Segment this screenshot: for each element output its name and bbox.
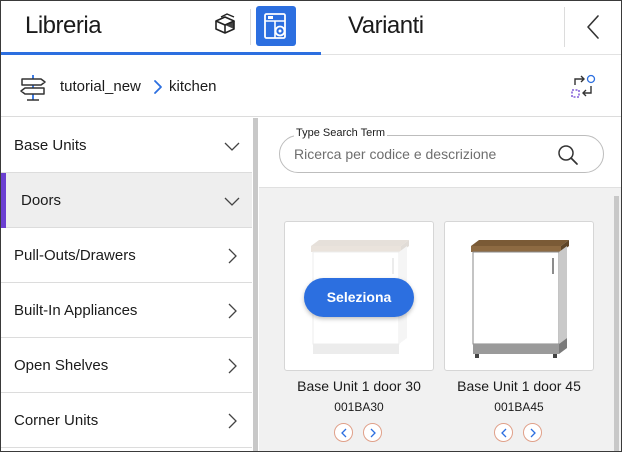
product-name: Base Unit 1 door 45 (457, 378, 581, 394)
chevron-right-icon (370, 428, 376, 438)
product-panel: Type Search Term Seleziona (259, 118, 621, 451)
chevron-left-icon[interactable] (576, 9, 612, 45)
category-label: Base Units (14, 137, 87, 154)
category-base-units[interactable]: Base Units (1, 118, 252, 173)
category-built-in-appliances[interactable]: Built-In Appliances (1, 283, 252, 338)
chevron-down-icon (224, 138, 240, 154)
breadcrumb-item[interactable]: kitchen (169, 78, 217, 95)
category-label: Doors (21, 192, 62, 209)
search-icon[interactable] (557, 144, 579, 166)
category-label: Open Shelves (14, 357, 109, 374)
chevron-right-icon (224, 303, 240, 319)
chevron-right-icon (224, 358, 240, 374)
category-corner-units[interactable]: Corner Units (1, 393, 252, 448)
swap-icon[interactable] (569, 73, 597, 101)
breadcrumb: tutorial_new kitchen (1, 56, 621, 117)
chevron-right-icon (224, 413, 240, 429)
product-card[interactable] (444, 221, 594, 371)
prev-variant-button[interactable] (334, 423, 353, 442)
header-divider (250, 9, 251, 45)
active-tab-indicator (1, 52, 321, 55)
category-label: Corner Units (14, 412, 99, 429)
product-code: 001BA45 (494, 400, 544, 414)
next-variant-button[interactable] (523, 423, 542, 442)
tab-libreria-label: Libreria (25, 12, 102, 39)
product-scrollbar[interactable] (614, 196, 619, 451)
select-button[interactable]: Seleziona (304, 278, 414, 317)
category-label: Pull-Outs/Drawers (14, 247, 136, 264)
catalog-grid-icon (264, 13, 286, 39)
category-doors[interactable]: Doors (1, 173, 252, 228)
chevron-left-icon (501, 428, 507, 438)
category-list: Base Units Doors Pull-Outs/Drawers Built… (1, 118, 252, 451)
prev-variant-button[interactable] (494, 423, 513, 442)
category-open-shelves[interactable]: Open Shelves (1, 338, 252, 393)
product-card[interactable]: Seleziona (284, 221, 434, 371)
signpost-icon (19, 72, 47, 102)
chevron-right-icon (224, 248, 240, 264)
tab-varianti[interactable]: Varianti (348, 12, 424, 40)
header-divider (564, 7, 565, 47)
app-window: Libreria Varianti tutorial_new kitchen B… (0, 0, 622, 452)
chevron-left-icon (341, 428, 347, 438)
next-variant-button[interactable] (363, 423, 382, 442)
product-name: Base Unit 1 door 30 (297, 378, 421, 394)
chevron-down-icon (224, 193, 240, 209)
product-code: 001BA30 (334, 400, 384, 414)
search-area: Type Search Term (259, 118, 621, 188)
chevron-right-icon (152, 79, 164, 95)
active-category-indicator (1, 173, 6, 228)
base-unit-image (471, 240, 569, 358)
breadcrumb-item[interactable]: tutorial_new (60, 78, 141, 95)
category-scrollbar[interactable] (253, 118, 258, 451)
category-label: Built-In Appliances (14, 302, 138, 319)
search-label: Type Search Term (294, 127, 388, 139)
search-field[interactable] (279, 135, 604, 173)
chevron-right-icon (530, 428, 536, 438)
header: Libreria Varianti (1, 1, 621, 55)
catalog-button[interactable] (256, 6, 296, 46)
box-open-icon[interactable] (212, 13, 238, 37)
category-pull-outs-drawers[interactable]: Pull-Outs/Drawers (1, 228, 252, 283)
search-input[interactable] (294, 146, 544, 162)
